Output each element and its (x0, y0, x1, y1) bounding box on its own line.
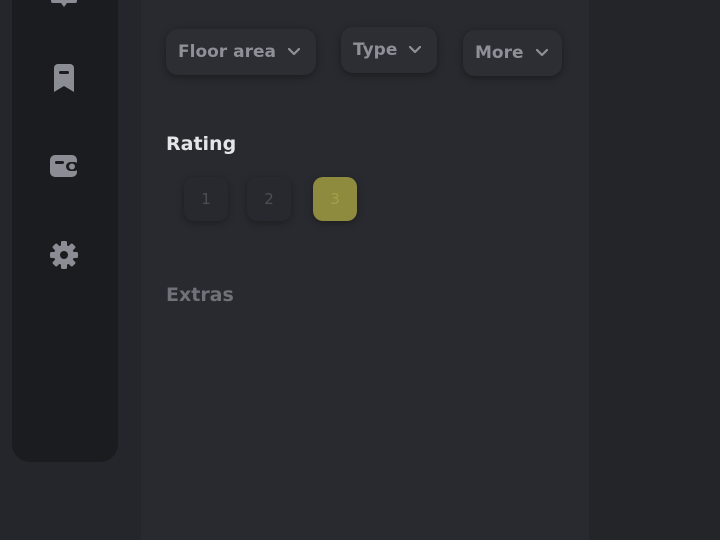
rating-option-1[interactable]: 1 (184, 177, 228, 221)
more-filter-label: More (475, 43, 524, 63)
chevron-down-icon (535, 49, 548, 57)
type-filter-label: Type (353, 40, 398, 60)
right-background-area (589, 0, 720, 540)
chevron-down-icon (287, 48, 300, 56)
rating-option-3-selected[interactable]: 3 (313, 177, 357, 221)
chat-icon[interactable] (48, 0, 80, 16)
more-filter[interactable]: More (463, 30, 562, 76)
extras-title: Extras (166, 284, 234, 306)
wallet-icon[interactable] (48, 150, 80, 182)
type-filter[interactable]: Type (341, 27, 437, 73)
rating-option-2[interactable]: 2 (247, 177, 291, 221)
chevron-down-icon (409, 46, 422, 54)
settings-gear-icon[interactable] (48, 239, 80, 271)
floor-area-filter-label: Floor area (178, 42, 276, 62)
sidebar (12, 0, 118, 462)
filter-panel (141, 0, 589, 540)
bookmark-icon[interactable] (48, 62, 80, 94)
rating-title: Rating (166, 133, 237, 155)
floor-area-filter[interactable]: Floor area (166, 29, 316, 75)
